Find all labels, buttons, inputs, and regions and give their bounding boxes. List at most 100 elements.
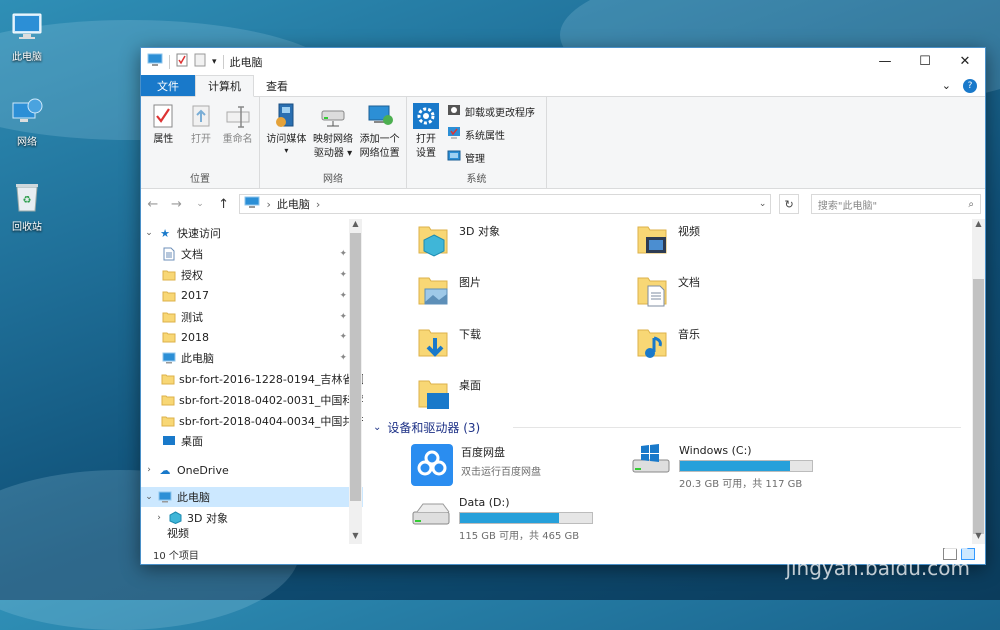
ribbon-group-network: 访问媒体 ▾ 映射网络 驱动器 ▾ 添加一个 网络位置 网络 [260,97,407,188]
nav-item-folder[interactable]: sbr-fort-2018-0402-0031_中国科学 [141,389,363,410]
nav-item-folder[interactable]: 授权 ✦ [141,265,363,286]
tab-view[interactable]: 查看 [254,75,300,96]
expand-ribbon-icon[interactable]: ⌄ [942,79,951,92]
close-button[interactable]: ✕ [945,48,985,75]
uninstall-button[interactable]: 卸载或更改程序 [447,103,535,120]
item-count: 10 个项目 [153,550,199,562]
tab-computer[interactable]: 计算机 [195,75,254,97]
nav-item-documents[interactable]: 文档 ✦ [141,244,363,265]
address-row: ← → ⌄ ↑ › 此电脑 › ⌄ ↻ 搜索"此电脑" ⌕ [141,189,985,219]
folder-downloads[interactable]: 下载 [417,326,481,363]
window-title: 此电脑 [229,55,263,69]
desktop-icon-network[interactable]: 网络 [4,95,50,148]
device-drive-d[interactable]: Data (D:) 115 GB 可用，共 465 GB [411,496,593,542]
properties-button[interactable]: 属性 [145,101,182,172]
open-button[interactable]: 打开 [184,101,219,172]
scrollbar-thumb[interactable] [973,279,984,534]
chevron-right-icon[interactable]: › [151,513,167,523]
tab-file[interactable]: 文件 [141,75,195,96]
nav-3d-objects[interactable]: › 3D 对象 [141,507,363,528]
scroll-up-icon[interactable]: ▲ [349,219,362,232]
pin-icon[interactable]: ✦ [339,312,347,322]
nav-item-this-pc[interactable]: 此电脑 ✦ [141,348,363,369]
nav-onedrive[interactable]: › ☁ OneDrive [141,460,363,481]
gear-icon [412,101,440,131]
properties-check-icon[interactable] [176,53,188,70]
pin-icon[interactable]: ✦ [339,249,347,259]
back-button[interactable]: ← [145,197,161,212]
chevron-down-icon[interactable]: ⌄ [141,492,157,502]
scroll-down-icon[interactable]: ▼ [972,531,985,544]
pin-icon[interactable]: ✦ [339,270,347,280]
add-network-label: 添加一个 [359,134,400,145]
address-dropdown-icon[interactable]: ⌄ [759,199,767,209]
scroll-up-icon[interactable]: ▲ [972,219,985,232]
device-baidu-netdisk[interactable]: 百度网盘 双击运行百度网盘 [411,444,541,489]
network-icon [4,95,50,129]
nav-quick-access[interactable]: ⌄ ★ 快速访问 [141,223,363,244]
nav-label: 3D 对象 [187,511,228,525]
up-button[interactable]: ↑ [216,197,232,212]
nav-label: 测试 [181,310,203,324]
drive-usage-fill [460,513,559,523]
pin-icon[interactable]: ✦ [339,353,347,363]
folder-icon [161,394,175,406]
system-properties-button[interactable]: 系统属性 [447,126,535,143]
folder-3d-objects[interactable]: 3D 对象 [417,223,500,260]
folder-pictures[interactable]: 图片 [417,274,481,311]
manage-button[interactable]: 管理 [447,149,535,166]
folder-music[interactable]: 音乐 [636,326,700,363]
customize-toolbar-icon[interactable]: ▾ [212,57,217,67]
devices-section-header[interactable]: ⌄ 设备和驱动器 (3) [373,419,480,436]
nav-item-folder[interactable]: 2018 ✦ [141,327,363,348]
folder-label: 文档 [678,276,700,289]
chevron-down-icon[interactable]: ⌄ [373,422,381,433]
3d-objects-icon [167,511,183,525]
desktop-icon-recycle-bin[interactable]: ♻ 回收站 [4,180,50,233]
computer-icon [244,196,260,212]
access-media-button[interactable]: 访问媒体 ▾ [264,101,309,172]
nav-this-pc[interactable]: ⌄ 此电脑 [141,486,363,508]
forward-button[interactable]: → [169,197,185,212]
breadcrumb-this-pc[interactable]: 此电脑 [277,196,310,212]
navigation-scrollbar[interactable]: ▲ ▼ [349,219,362,544]
new-folder-icon[interactable] [194,53,206,70]
nav-item-folder[interactable]: 2017 ✦ [141,285,363,306]
scroll-down-icon[interactable]: ▼ [349,531,362,544]
folder-video[interactable]: 视频 [636,223,700,260]
folder-desktop[interactable]: 桌面 [417,377,481,414]
device-drive-c[interactable]: Windows (C:) 20.3 GB 可用，共 117 GB [631,444,813,490]
nav-item-folder[interactable]: 测试 ✦ [141,306,363,327]
recent-locations-button[interactable]: ⌄ [192,199,208,209]
cloud-icon: ☁ [159,463,171,477]
folder-label: 桌面 [459,379,481,392]
minimize-button[interactable]: — [865,48,905,75]
folder-icon [161,331,177,343]
add-network-location-button[interactable]: 添加一个 网络位置 [357,101,402,172]
folder-documents[interactable]: 文档 [636,274,700,311]
rename-button[interactable]: 重命名 [220,101,255,172]
search-input[interactable]: 搜索"此电脑" ⌕ [810,194,982,214]
scrollbar-thumb[interactable] [350,233,361,501]
refresh-button[interactable]: ↻ [779,194,799,214]
nav-video[interactable]: 视频 [141,528,363,538]
desktop-icon-this-pc[interactable]: 此电脑 [4,10,50,63]
open-settings-button[interactable]: 打开 设置 [411,101,441,172]
breadcrumb-separator-icon[interactable]: › [316,198,320,211]
content-scrollbar[interactable]: ▲ ▼ [972,219,985,544]
pin-icon[interactable]: ✦ [339,332,347,342]
device-name: Windows (C:) [679,444,752,457]
address-bar[interactable]: › 此电脑 › ⌄ [239,194,772,214]
help-icon[interactable]: ? [963,78,977,93]
pin-icon[interactable]: ✦ [339,291,347,301]
nav-item-folder[interactable]: sbr-fort-2018-0404-0034_中国共产 [141,410,363,431]
chevron-right-icon[interactable]: › [141,465,157,475]
desktop-icon-label: 网络 [17,137,37,148]
nav-label: 快速访问 [177,227,221,241]
device-subtitle: 双击运行百度网盘 [461,467,541,478]
maximize-button[interactable]: ☐ [905,48,945,75]
nav-item-folder[interactable]: sbr-fort-2016-1228-0194_吉林省团 [141,369,363,390]
map-drive-button[interactable]: 映射网络 驱动器 ▾ [311,101,356,172]
nav-item-desktop[interactable]: 桌面 [141,431,363,452]
chevron-down-icon[interactable]: ⌄ [141,228,157,238]
